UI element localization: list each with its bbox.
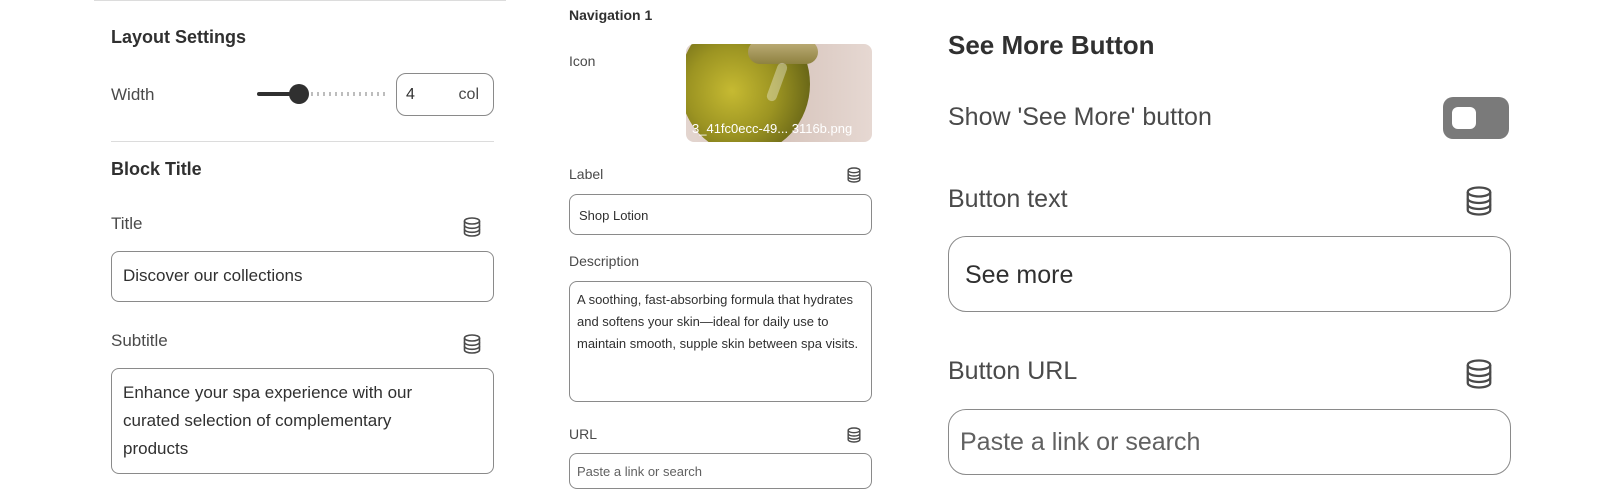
database-icon[interactable] <box>463 334 481 354</box>
database-icon[interactable] <box>847 427 861 443</box>
label-label: Label <box>569 166 604 182</box>
database-icon[interactable] <box>1465 186 1493 216</box>
icon-filename: 3_41fc0ecc-49... 3116b.png <box>692 121 853 136</box>
database-icon[interactable] <box>847 167 861 183</box>
title-input[interactable]: Discover our collections <box>111 251 494 302</box>
subtitle-textarea[interactable]: Enhance your spa experience with our cur… <box>111 368 494 474</box>
toggle-knob <box>1452 107 1476 129</box>
icon-label: Icon <box>569 53 596 69</box>
subtitle-label: Subtitle <box>111 331 168 350</box>
see-more-heading: See More Button <box>948 30 1155 60</box>
width-slider[interactable] <box>257 84 385 104</box>
description-textarea-value: A soothing, fast-absorbing formula that … <box>577 292 859 351</box>
block-title-heading: Block Title <box>111 159 202 179</box>
icon-image-picker[interactable]: 3_41fc0ecc-49... 3116b.png <box>686 44 872 142</box>
width-value: 4 <box>406 86 415 103</box>
url-input-placeholder: Paste a link or search <box>577 464 703 479</box>
button-url-label: Button URL <box>948 357 1078 385</box>
subtitle-textarea-value: Enhance your spa experience with our cur… <box>123 383 413 458</box>
panel-divider-top <box>94 0 506 1</box>
navigation-heading: Navigation 1 <box>569 7 653 23</box>
width-slider-thumb[interactable] <box>289 84 309 104</box>
width-number-input[interactable]: 4 col <box>396 73 494 116</box>
title-label: Title <box>111 214 143 233</box>
show-see-more-toggle[interactable] <box>1443 97 1509 139</box>
button-url-input-placeholder: Paste a link or search <box>960 428 1201 456</box>
button-text-label: Button text <box>948 185 1068 213</box>
bottle-neck-image <box>748 44 818 64</box>
database-icon[interactable] <box>463 217 481 237</box>
title-input-value: Discover our collections <box>123 266 303 285</box>
description-label: Description <box>569 253 640 269</box>
label-input[interactable]: Shop Lotion <box>569 194 872 235</box>
description-textarea[interactable]: A soothing, fast-absorbing formula that … <box>569 281 872 402</box>
url-input[interactable]: Paste a link or search <box>569 453 872 489</box>
width-unit: col <box>458 86 479 103</box>
database-icon[interactable] <box>1465 359 1493 389</box>
show-see-more-label: Show 'See More' button <box>948 103 1212 131</box>
layout-settings-heading: Layout Settings <box>111 27 247 47</box>
width-label: Width <box>111 85 155 104</box>
button-text-input-value: See more <box>965 261 1074 289</box>
button-url-input[interactable]: Paste a link or search <box>948 409 1511 475</box>
section-divider <box>111 141 494 142</box>
label-input-value: Shop Lotion <box>579 208 649 223</box>
button-text-input[interactable]: See more <box>948 236 1511 312</box>
width-slider-track <box>311 92 385 96</box>
url-label: URL <box>569 426 598 442</box>
